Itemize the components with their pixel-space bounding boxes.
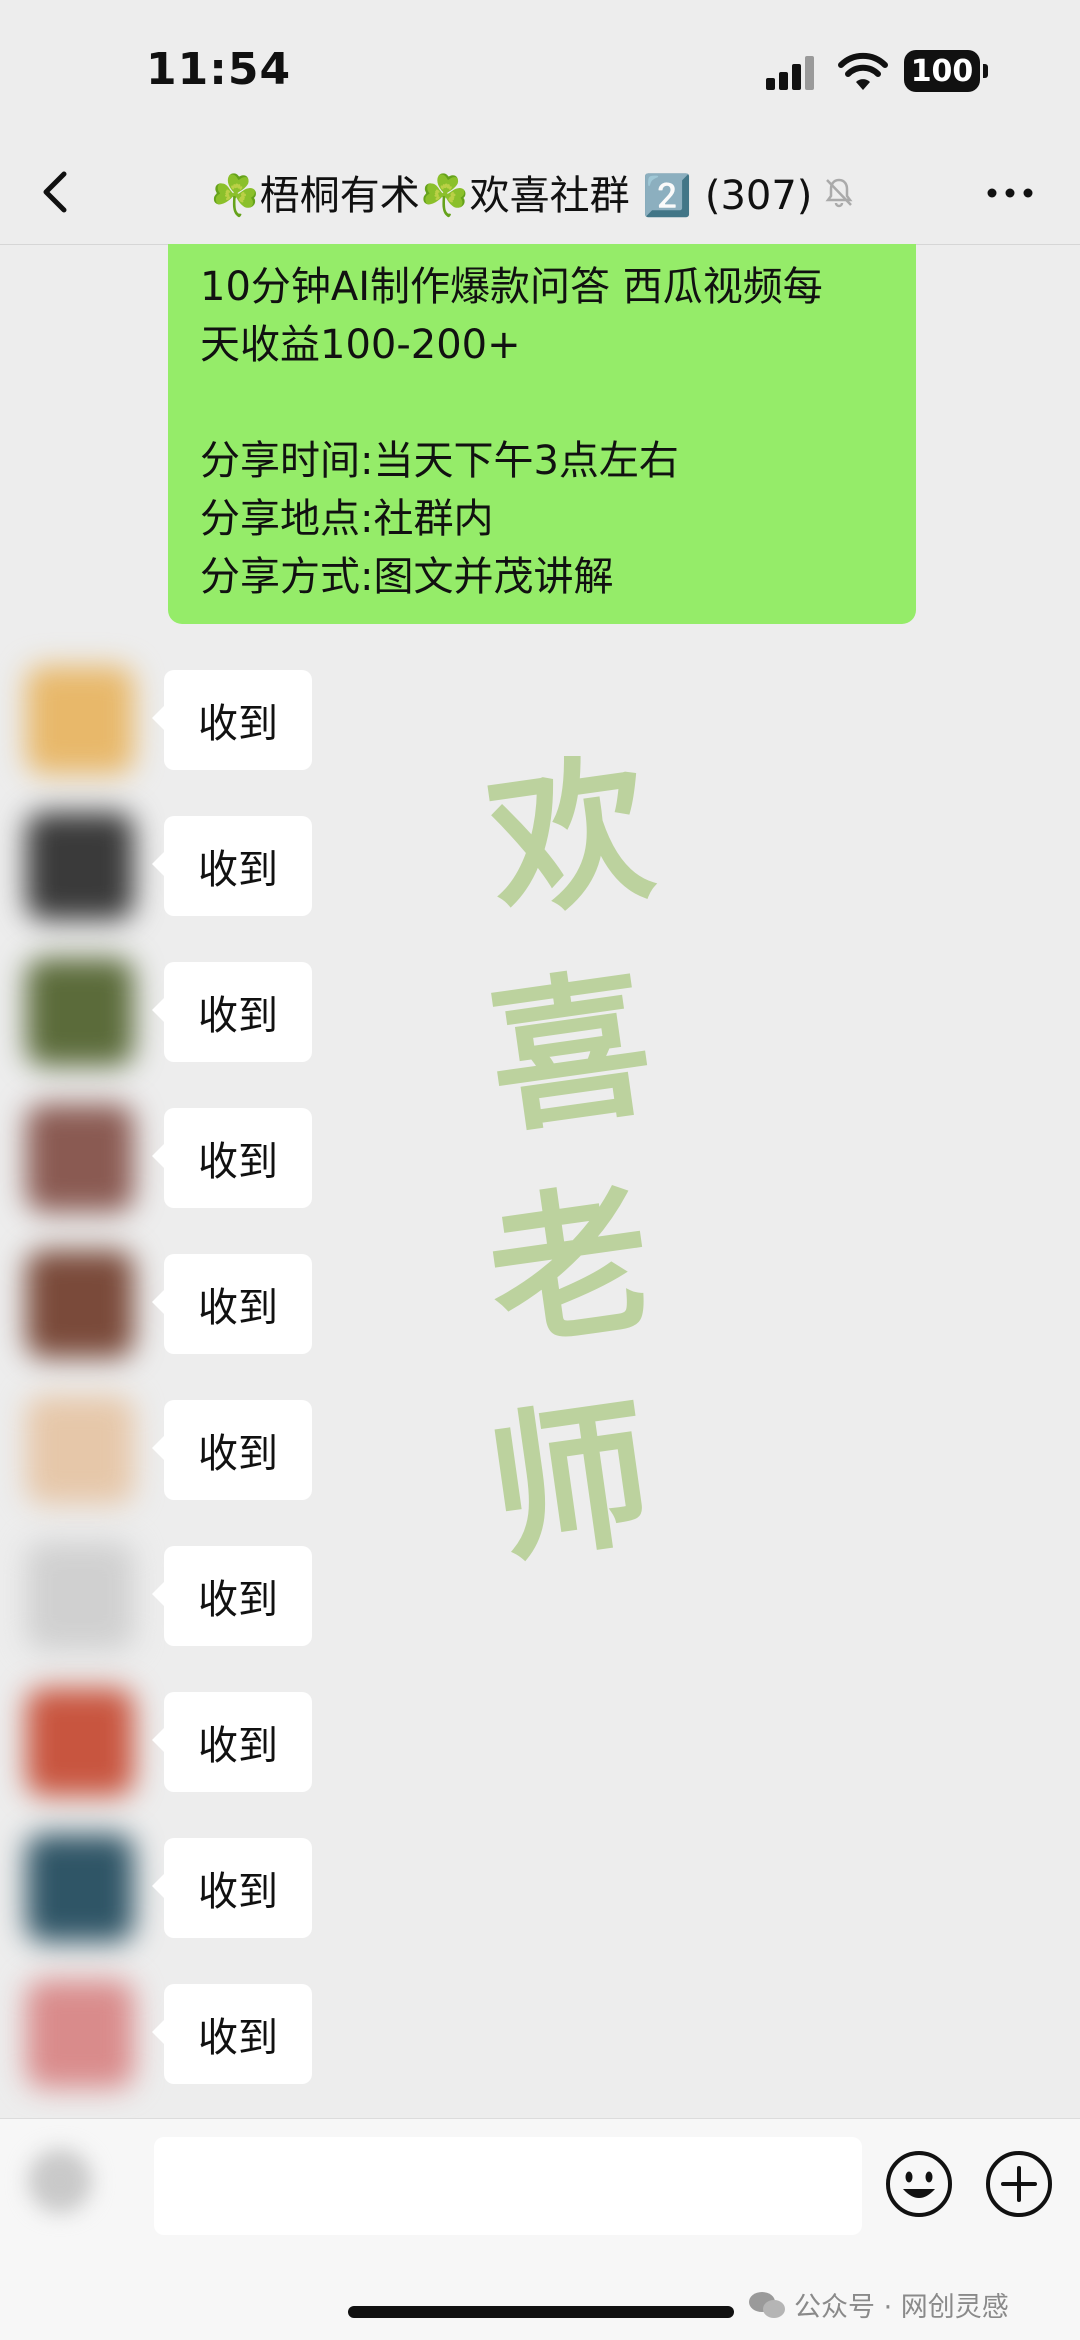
source-label-text: 公众号 · 网创灵感 xyxy=(794,2292,1009,2323)
reply-bubble[interactable]: 收到 xyxy=(152,1108,312,1208)
avatar[interactable] xyxy=(26,812,134,920)
message-row: 收到 xyxy=(0,1386,1080,1516)
reply-bubble[interactable]: 收到 xyxy=(152,962,312,1062)
message-row: 收到 xyxy=(0,1532,1080,1662)
message-row: 收到 xyxy=(0,1824,1080,1954)
reply-bubble[interactable]: 收到 xyxy=(152,1838,312,1938)
reply-bubble[interactable]: 收到 xyxy=(152,816,312,916)
chat-nav-bar: ☘️梧桐有术☘️欢喜社群 2️⃣ (307) xyxy=(0,140,1080,245)
source-watermark: 公众号 · 网创灵感 xyxy=(748,2285,1009,2324)
chat-title[interactable]: ☘️梧桐有术☘️欢喜社群 2️⃣ (307) xyxy=(210,162,856,222)
announcement-message-text: 10分钟AI制作爆款问答 西瓜视频每 天收益100-200+ 分享时间:当天下午… xyxy=(200,264,823,600)
reply-bubble[interactable]: 收到 xyxy=(152,1984,312,2084)
avatar[interactable] xyxy=(26,1688,134,1796)
avatar[interactable] xyxy=(26,666,134,774)
smile-icon[interactable] xyxy=(884,2149,954,2219)
avatar[interactable] xyxy=(26,1396,134,1504)
battery-icon: 100 xyxy=(904,50,988,92)
message-row: 收到 xyxy=(0,802,1080,932)
message-input[interactable] xyxy=(154,2137,862,2235)
reply-bubble[interactable]: 收到 xyxy=(152,670,312,770)
back-button[interactable] xyxy=(28,162,84,222)
avatar[interactable] xyxy=(26,1834,134,1942)
reply-bubble[interactable]: 收到 xyxy=(152,1692,312,1792)
announcement-message-bubble[interactable]: 10分钟AI制作爆款问答 西瓜视频每 天收益100-200+ 分享时间:当天下午… xyxy=(168,244,916,624)
message-row: 收到 xyxy=(0,1970,1080,2100)
avatar[interactable] xyxy=(26,1542,134,1650)
status-bar: 11:54 100 xyxy=(0,0,1080,140)
wechat-icon xyxy=(749,2291,785,2318)
message-row: 收到 xyxy=(0,1240,1080,1370)
reply-bubble[interactable]: 收到 xyxy=(152,1546,312,1646)
avatar[interactable] xyxy=(26,958,134,1066)
plus-circle-icon[interactable] xyxy=(984,2149,1054,2219)
avatar[interactable] xyxy=(26,1104,134,1212)
reply-bubble[interactable]: 收到 xyxy=(152,1400,312,1500)
more-options-icon[interactable] xyxy=(982,178,1038,208)
avatar[interactable] xyxy=(26,1980,134,2088)
message-row: 收到 xyxy=(0,656,1080,786)
voice-toggle-icon[interactable] xyxy=(28,2149,92,2213)
reply-bubble[interactable]: 收到 xyxy=(152,1254,312,1354)
message-row: 收到 xyxy=(0,1678,1080,1808)
battery-level: 100 xyxy=(910,53,974,89)
chat-title-text: ☘️梧桐有术☘️欢喜社群 2️⃣ (307) xyxy=(210,173,813,219)
message-row: 收到 xyxy=(0,1094,1080,1224)
status-time: 11:54 xyxy=(146,44,292,95)
home-indicator xyxy=(348,2306,734,2318)
wifi-icon xyxy=(838,52,888,90)
cellular-signal-icon xyxy=(766,56,820,90)
mute-bell-icon xyxy=(825,178,853,208)
message-row: 收到 xyxy=(0,948,1080,1078)
avatar[interactable] xyxy=(26,1250,134,1358)
